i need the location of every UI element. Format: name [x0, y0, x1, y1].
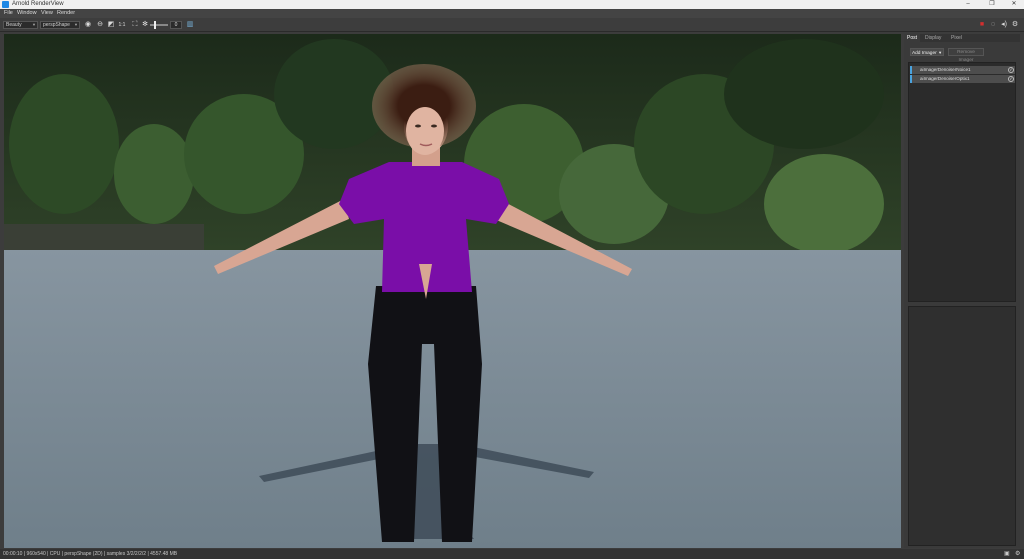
side-panel: Post Display Pixel Add Imager ▼ Remove I… — [904, 34, 1020, 548]
color-management-icon[interactable]: ▥ — [186, 21, 194, 29]
exposure-gear-icon[interactable]: ✻ — [141, 21, 149, 29]
close-button[interactable]: ✕ — [1006, 0, 1022, 9]
camera-dropdown-value: perspShape — [43, 22, 70, 28]
menu-view[interactable]: View — [41, 9, 53, 18]
selection-indicator — [910, 75, 912, 83]
status-text: 00:00:10 | 960x540 | CPU | perspShape (2… — [3, 551, 178, 557]
chevron-down-icon: ▼ — [32, 22, 36, 27]
exposure-value-field[interactable]: 0 — [170, 21, 182, 29]
checker-display-icon[interactable]: ◩ — [107, 21, 115, 29]
maximize-button[interactable]: ❐ — [984, 0, 1000, 9]
tab-display[interactable]: Display — [922, 34, 944, 42]
tab-pixel[interactable]: Pixel — [948, 34, 965, 42]
remove-imager-button[interactable]: Remove Imager — [948, 48, 984, 63]
snapshot-icon[interactable]: ▣ — [1004, 549, 1010, 559]
fit-to-window-icon[interactable]: ⛶ — [131, 21, 139, 29]
selection-indicator — [910, 66, 912, 74]
render-image — [4, 34, 901, 548]
add-imager-button[interactable]: Add Imager ▼ — [910, 48, 944, 56]
menu-window[interactable]: Window — [17, 9, 37, 18]
render-viewport[interactable] — [4, 34, 901, 548]
title-bar: Arnold RenderView – ❐ ✕ — [0, 0, 1024, 9]
settings-gear-icon[interactable]: ⚙ — [1011, 21, 1019, 29]
status-bar: 00:00:10 | 960x540 | CPU | perspShape (2… — [0, 549, 1024, 559]
settings-gear-icon[interactable]: ⚙ — [1015, 549, 1020, 559]
refresh-render-icon[interactable]: ◌ — [989, 21, 997, 29]
chevron-down-icon: ▼ — [938, 50, 943, 55]
imager-list: aiImagerDenoiserNoice1 ✓ aiImagerDenoise… — [908, 62, 1016, 302]
chevron-down-icon: ▼ — [74, 22, 78, 27]
window-title: Arnold RenderView — [12, 1, 64, 7]
arnold-app-icon — [2, 1, 9, 8]
crop-region-icon[interactable]: ⊖ — [96, 21, 104, 29]
enabled-check-icon[interactable]: ✓ — [1008, 67, 1014, 73]
imager-label: aiImagerDenoiserOptix1 — [920, 76, 970, 81]
camera-dropdown[interactable]: perspShape ▼ — [40, 21, 80, 29]
exposure-slider-track[interactable] — [150, 24, 168, 26]
tab-post[interactable]: Post — [904, 34, 921, 42]
side-panel-tabs: Post Display Pixel — [904, 34, 1020, 42]
menu-bar: File Window View Render — [0, 9, 1024, 18]
imager-properties-panel — [908, 306, 1016, 546]
stop-render-icon[interactable]: ■ — [978, 21, 986, 29]
menu-file[interactable]: File — [4, 9, 13, 18]
aov-dropdown[interactable]: Beauty ▼ — [3, 21, 38, 29]
menu-render[interactable]: Render — [57, 9, 75, 18]
one-to-one-zoom-icon[interactable]: 1:1 — [118, 21, 126, 29]
ipr-audio-icon[interactable]: ◂) — [1000, 21, 1008, 29]
imager-label: aiImagerDenoiserNoice1 — [920, 67, 971, 72]
toolbar: Beauty ▼ perspShape ▼ ◉ ⊖ ◩ 1:1 ⛶ ✻ 0 ▥ … — [0, 18, 1024, 32]
exposure-slider-handle[interactable] — [154, 21, 157, 29]
enabled-check-icon[interactable]: ✓ — [1008, 76, 1014, 82]
add-imager-label: Add Imager — [911, 51, 937, 56]
list-item[interactable]: aiImagerDenoiserOptix1 ✓ — [910, 75, 1015, 83]
aov-dropdown-value: Beauty — [6, 22, 22, 28]
render-region-icon[interactable]: ◉ — [84, 21, 92, 29]
list-item[interactable]: aiImagerDenoiserNoice1 ✓ — [910, 66, 1015, 74]
minimize-button[interactable]: – — [960, 0, 976, 9]
